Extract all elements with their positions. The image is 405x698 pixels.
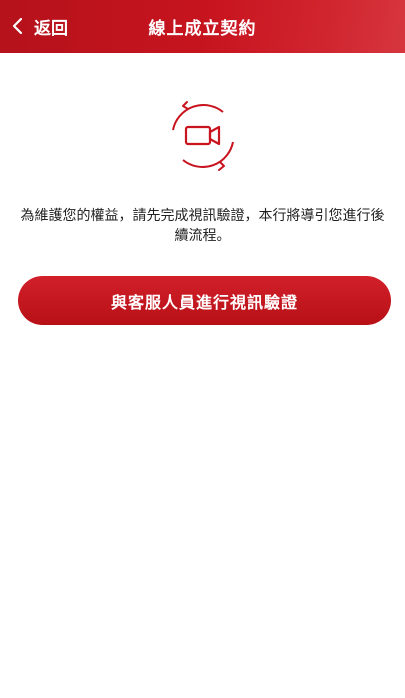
video-call-icon [172, 101, 234, 171]
verification-message: 為維護您的權益，請先完成視訊驗證，本行將導引您進行後續流程。 [20, 208, 385, 244]
video-verification-button[interactable]: 與客服人員進行視訊驗證 [18, 276, 391, 325]
page-title: 線上成立契約 [148, 19, 257, 39]
top-bar: 返回 線上成立契約 [0, 0, 405, 53]
